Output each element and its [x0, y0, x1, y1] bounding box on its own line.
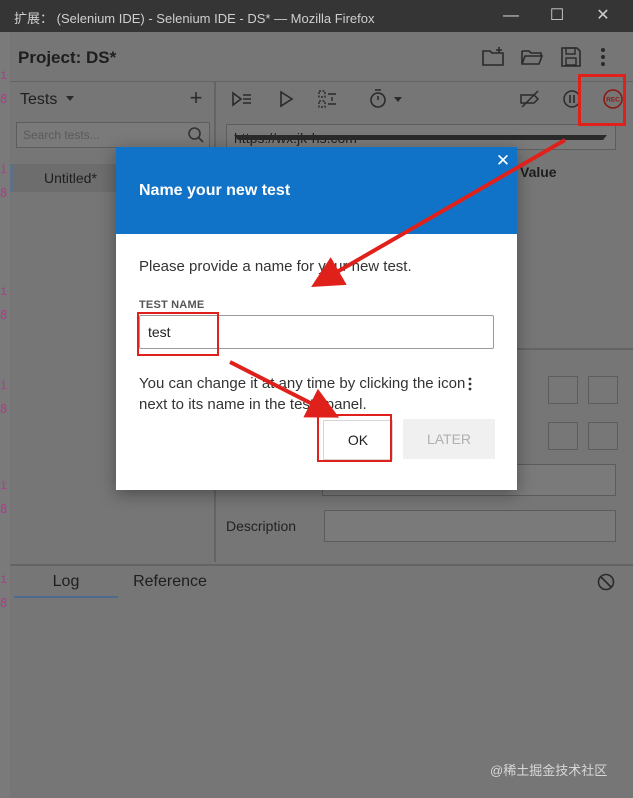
ok-highlight-box: [317, 414, 392, 462]
background-editor-margin: i8 i8 i8 i8 i8 i8: [0, 32, 10, 798]
editor-toolbar: REC: [218, 82, 633, 116]
test-name-label: TEST NAME: [139, 299, 205, 311]
comment-toggle-button[interactable]: [548, 376, 578, 404]
chevron-down-icon[interactable]: [66, 96, 74, 101]
window-title: 扩展： (Selenium IDE) - Selenium IDE - DS* …: [14, 11, 375, 26]
new-folder-icon[interactable]: [480, 44, 506, 70]
add-test-button[interactable]: +: [186, 85, 206, 111]
project-name[interactable]: DS*: [86, 48, 116, 68]
value-column-header: Value: [520, 164, 557, 180]
maximize-button[interactable]: ☐: [544, 4, 570, 28]
name-test-dialog: Name your new test ✕ Please provide a na…: [116, 147, 517, 490]
select-target-button[interactable]: [548, 422, 578, 450]
disable-breakpoints-icon[interactable]: [518, 87, 542, 111]
project-header: Project: DS*: [10, 32, 633, 82]
window-titlebar: 扩展： (Selenium IDE) - Selenium IDE - DS* …: [0, 0, 633, 32]
project-label: Project:: [18, 48, 82, 67]
open-in-window-button[interactable]: [588, 376, 618, 404]
watermark: @稀土掘金技术社区: [490, 763, 608, 778]
clear-log-icon[interactable]: [596, 572, 616, 592]
timer-icon[interactable]: [366, 87, 390, 111]
run-all-tests-icon[interactable]: [230, 87, 254, 111]
record-highlight-box: [578, 74, 626, 126]
chevron-down-icon[interactable]: [394, 97, 402, 102]
run-test-icon[interactable]: [274, 87, 298, 111]
tests-dropdown[interactable]: Tests: [20, 91, 57, 109]
description-field[interactable]: [324, 510, 616, 542]
save-icon[interactable]: [558, 44, 584, 70]
search-icon: [188, 127, 204, 143]
dialog-message: Please provide a name for your new test.: [139, 258, 412, 275]
minimize-button[interactable]: —: [498, 4, 524, 28]
step-over-icon[interactable]: [316, 87, 340, 111]
chevron-down-icon: [234, 135, 607, 140]
tab-log[interactable]: Log: [14, 566, 118, 598]
later-button[interactable]: LATER: [403, 419, 495, 459]
dialog-title: Name your new test: [139, 182, 291, 199]
find-target-button[interactable]: [588, 422, 618, 450]
close-icon[interactable]: ✕: [494, 152, 512, 170]
description-label: Description: [226, 518, 297, 534]
search-tests-input[interactable]: [17, 123, 177, 147]
dialog-hint: You can change it at any time by clickin…: [139, 375, 466, 413]
more-options-icon[interactable]: [596, 44, 622, 70]
test-item-label: Untitled*: [44, 170, 97, 186]
open-folder-icon[interactable]: [519, 44, 545, 70]
search-tests-box: [16, 122, 210, 148]
kebab-menu-icon: [468, 377, 472, 391]
dialog-header: Name your new test ✕: [116, 147, 517, 234]
input-highlight-box: [137, 312, 219, 356]
tab-reference[interactable]: Reference: [128, 566, 212, 598]
close-window-button[interactable]: ✕: [590, 4, 616, 28]
